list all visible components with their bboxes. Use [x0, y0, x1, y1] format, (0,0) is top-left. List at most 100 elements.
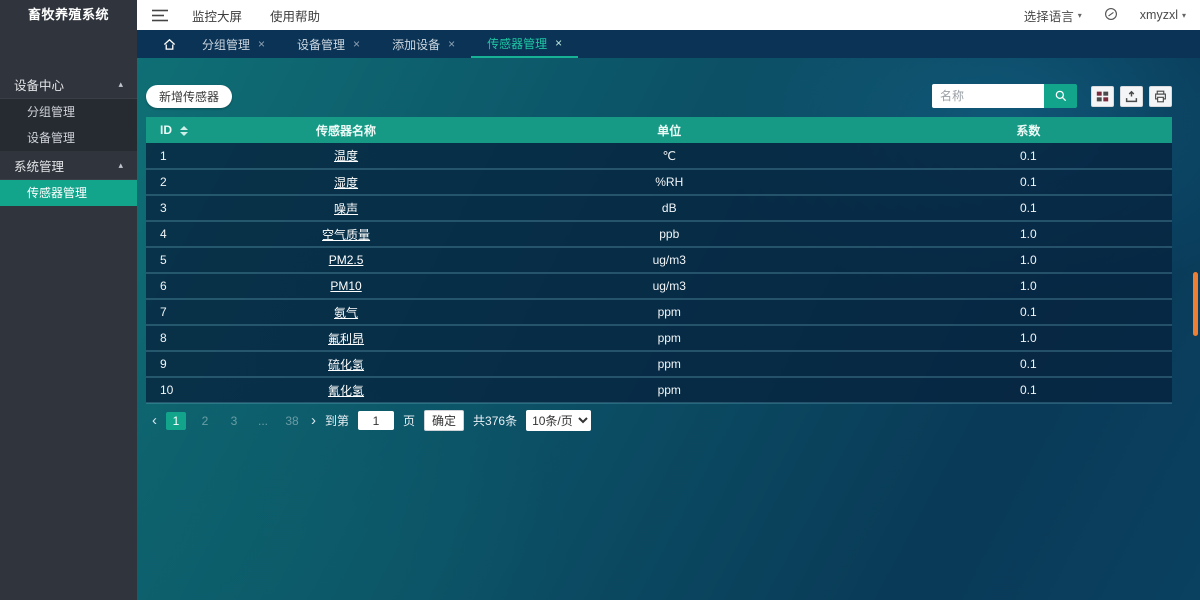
- cell-unit: ℃: [454, 143, 885, 169]
- cell-coef: 1.0: [885, 325, 1172, 351]
- cell-id: 5: [146, 247, 238, 273]
- search-input[interactable]: [932, 84, 1044, 108]
- page-size-select[interactable]: 10条/页: [526, 410, 591, 431]
- close-icon[interactable]: ×: [353, 37, 360, 51]
- hamburger-menu-icon[interactable]: [152, 8, 170, 22]
- chevron-down-icon: ▾: [1182, 11, 1186, 20]
- column-header-unit: 单位: [454, 117, 885, 143]
- page-button-2[interactable]: 2: [195, 412, 215, 430]
- column-header-coef: 系数: [885, 117, 1172, 143]
- table-row: 6 PM10 ug/m3 1.0: [146, 273, 1172, 299]
- sensor-name-link[interactable]: PM2.5: [329, 253, 364, 267]
- page-button-1[interactable]: 1: [166, 412, 186, 430]
- sidebar-group-device-center[interactable]: 设备中心 ▴: [0, 70, 137, 98]
- cell-unit: ppm: [454, 299, 885, 325]
- sidebar-group-system-management[interactable]: 系统管理 ▴: [0, 151, 137, 179]
- chevron-up-icon: ▴: [118, 160, 123, 171]
- chevron-up-icon: ▴: [118, 79, 123, 90]
- chevron-down-icon: ▾: [1078, 11, 1082, 20]
- submenu-system-management: 传感器管理: [0, 179, 137, 206]
- sidebar-group-label: 设备中心: [14, 75, 64, 94]
- goto-label: 到第: [325, 412, 349, 429]
- close-icon[interactable]: ×: [258, 37, 265, 51]
- cell-id: 8: [146, 325, 238, 351]
- sidebar-item-sensor-management[interactable]: 传感器管理: [0, 180, 137, 206]
- table-row: 2 湿度 %RH 0.1: [146, 169, 1172, 195]
- cell-unit: ppb: [454, 221, 885, 247]
- cell-coef: 0.1: [885, 351, 1172, 377]
- topbar-right: 选择语言 ▾ xmyzxl ▾: [1024, 6, 1186, 25]
- language-selector[interactable]: 选择语言 ▾: [1024, 6, 1082, 25]
- tab-label: 分组管理: [202, 36, 250, 53]
- cell-id: 10: [146, 377, 238, 403]
- scrollbar-thumb[interactable]: [1193, 272, 1198, 336]
- column-header-id[interactable]: ID: [146, 117, 238, 143]
- close-icon[interactable]: ×: [448, 37, 455, 51]
- page-unit-label: 页: [403, 412, 415, 429]
- clock-icon[interactable]: [1104, 7, 1118, 24]
- cell-coef: 0.1: [885, 143, 1172, 169]
- sidebar-item-group-management[interactable]: 分组管理: [0, 99, 137, 125]
- cell-coef: 1.0: [885, 247, 1172, 273]
- search-button[interactable]: [1044, 84, 1077, 108]
- sensor-name-link[interactable]: 氟利昂: [328, 332, 364, 346]
- menu-item-help[interactable]: 使用帮助: [270, 6, 320, 25]
- page-button-38[interactable]: 38: [282, 412, 302, 430]
- page-button-ellipsis[interactable]: ...: [253, 412, 273, 430]
- cell-unit: dB: [454, 195, 885, 221]
- table-row: 10 氰化氢 ppm 0.1: [146, 377, 1172, 403]
- tab-sensor-management[interactable]: 传感器管理 ×: [471, 30, 578, 58]
- top-menu: 监控大屏 使用帮助: [192, 6, 320, 25]
- export-icon: [1125, 90, 1138, 103]
- tab-add-device[interactable]: 添加设备 ×: [376, 30, 471, 58]
- sensor-name-link[interactable]: 噪声: [334, 202, 358, 216]
- cell-id: 7: [146, 299, 238, 325]
- cell-id: 2: [146, 169, 238, 195]
- sensor-name-link[interactable]: 硫化氢: [328, 358, 364, 372]
- home-icon: [162, 37, 177, 51]
- user-menu[interactable]: xmyzxl ▾: [1140, 8, 1186, 22]
- tab-label: 传感器管理: [487, 35, 547, 52]
- app-window: 畜牧养殖系统 设备中心 ▴ 分组管理 设备管理 系统管理 ▴ 传感器管理: [0, 0, 1200, 600]
- menu-item-monitor-screen[interactable]: 监控大屏: [192, 6, 242, 25]
- columns-toggle-button[interactable]: [1091, 86, 1114, 107]
- home-tab[interactable]: [152, 30, 186, 58]
- sidebar-nav: 设备中心 ▴ 分组管理 设备管理 系统管理 ▴ 传感器管理: [0, 70, 137, 206]
- add-sensor-button[interactable]: 新增传感器: [146, 85, 232, 108]
- tab-device-management[interactable]: 设备管理 ×: [281, 30, 376, 58]
- sensor-name-link[interactable]: 温度: [334, 149, 358, 163]
- goto-confirm-button[interactable]: 确定: [424, 410, 464, 431]
- next-page-button[interactable]: ›: [311, 412, 316, 430]
- table-row: 4 空气质量 ppb 1.0: [146, 221, 1172, 247]
- sensor-name-link[interactable]: 氰化氢: [328, 384, 364, 398]
- topbar: 监控大屏 使用帮助 选择语言 ▾ xmyzxl ▾: [137, 0, 1200, 30]
- app-logo: 畜牧养殖系统: [0, 0, 137, 30]
- sensor-name-link[interactable]: 湿度: [334, 176, 358, 190]
- cell-id: 6: [146, 273, 238, 299]
- print-button[interactable]: [1149, 86, 1172, 107]
- printer-icon: [1154, 90, 1167, 103]
- table-toolbar: 新增传感器: [146, 84, 1172, 108]
- sidebar-group-label: 系统管理: [14, 156, 64, 175]
- sidebar-item-device-management[interactable]: 设备管理: [0, 125, 137, 151]
- cell-id: 9: [146, 351, 238, 377]
- sidebar: 畜牧养殖系统 设备中心 ▴ 分组管理 设备管理 系统管理 ▴ 传感器管理: [0, 0, 137, 600]
- prev-page-button[interactable]: ‹: [152, 412, 157, 430]
- goto-page-input[interactable]: [358, 411, 394, 430]
- page-button-3[interactable]: 3: [224, 412, 244, 430]
- tab-group-management[interactable]: 分组管理 ×: [186, 30, 281, 58]
- close-icon[interactable]: ×: [555, 36, 562, 50]
- sensor-name-link[interactable]: PM10: [330, 279, 361, 293]
- cell-unit: ug/m3: [454, 273, 885, 299]
- cell-coef: 0.1: [885, 195, 1172, 221]
- sensor-name-link[interactable]: 氨气: [334, 306, 358, 320]
- cell-coef: 1.0: [885, 273, 1172, 299]
- table-row: 7 氨气 ppm 0.1: [146, 299, 1172, 325]
- table-row: 8 氟利昂 ppm 1.0: [146, 325, 1172, 351]
- tab-label: 设备管理: [297, 36, 345, 53]
- sensor-name-link[interactable]: 空气质量: [322, 228, 370, 242]
- export-button[interactable]: [1120, 86, 1143, 107]
- cell-id: 3: [146, 195, 238, 221]
- cell-coef: 0.1: [885, 299, 1172, 325]
- username: xmyzxl: [1140, 8, 1178, 22]
